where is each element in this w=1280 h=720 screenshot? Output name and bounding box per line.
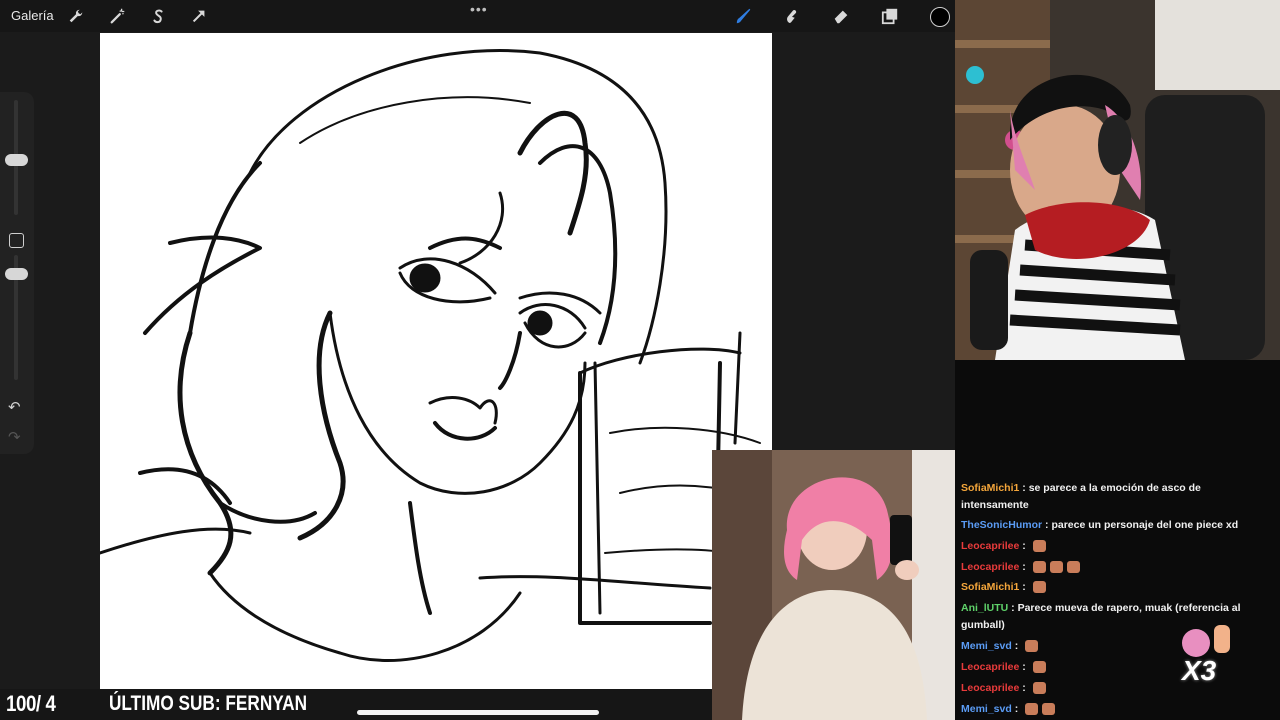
chat-message: SofiaMichi1 : se parece a la emoción de …: [961, 480, 1251, 514]
selection-s-icon[interactable]: [148, 6, 168, 26]
home-indicator[interactable]: [357, 710, 599, 715]
chat-username[interactable]: SofiaMichi1: [961, 581, 1019, 593]
layers-icon[interactable]: [880, 6, 900, 26]
chat-username[interactable]: Memi_svd: [961, 640, 1012, 652]
brush-opacity-knob[interactable]: [5, 268, 28, 280]
redo-icon[interactable]: ↷: [8, 428, 21, 446]
brush-size-knob[interactable]: [5, 154, 28, 166]
chat-separator: :: [1019, 540, 1029, 552]
chat-username[interactable]: Leocaprilee: [961, 682, 1019, 694]
stream-chat: SofiaMichi1 : se parece a la emoción de …: [955, 360, 1280, 720]
combo-emote-icon: [1178, 615, 1238, 660]
chat-separator: :: [1019, 561, 1029, 573]
chat-username[interactable]: Leocaprilee: [961, 540, 1019, 552]
chat-emote-icon: [1032, 661, 1046, 674]
chat-text: parece un personaje del one piece xd: [1051, 519, 1239, 531]
reference-photo: [712, 450, 955, 720]
chat-separator: :: [1019, 682, 1029, 694]
smudge-icon[interactable]: [782, 6, 802, 26]
stream-overlay-bar: [0, 689, 712, 720]
chat-emote-icon: [1032, 561, 1046, 574]
chat-emote-icon: [1025, 703, 1039, 716]
chat-emote-icon: [1025, 640, 1039, 653]
chat-separator: :: [1019, 482, 1029, 494]
more-options-icon[interactable]: •••: [470, 1, 488, 17]
chat-separator: :: [1011, 640, 1022, 652]
chat-emote-icon: [1032, 540, 1046, 553]
chat-username[interactable]: Ani_lUTU: [961, 602, 1008, 614]
brush-icon[interactable]: [734, 6, 754, 26]
magic-wand-icon[interactable]: [108, 6, 128, 26]
chat-message: TheSonicHumor : parece un personaje del …: [961, 517, 1251, 534]
chat-emote-icon: [1042, 703, 1056, 716]
chat-separator: :: [1011, 703, 1022, 715]
color-picker-swatch[interactable]: [930, 7, 950, 27]
chat-username[interactable]: Leocaprilee: [961, 561, 1019, 573]
chat-username[interactable]: SofiaMichi1: [961, 482, 1019, 494]
chat-separator: :: [1008, 602, 1018, 614]
modify-button[interactable]: [9, 233, 24, 248]
chat-username[interactable]: Leocaprilee: [961, 661, 1019, 673]
last-sub-label: ÚLTIMO SUB: FERNYAN: [109, 692, 308, 715]
eraser-icon[interactable]: [831, 6, 851, 26]
gallery-button[interactable]: Galería: [11, 8, 54, 23]
combo-multiplier: X3: [1182, 655, 1217, 686]
chat-emote-icon: [1049, 561, 1063, 574]
sub-counter: 100/ 4: [6, 691, 56, 716]
chat-username[interactable]: Memi_svd: [961, 703, 1012, 715]
webcam-feed: [955, 0, 1280, 360]
chat-emote-icon: [1066, 561, 1080, 574]
chat-emote-icon: [1032, 581, 1046, 594]
wrench-icon[interactable]: [66, 6, 86, 26]
chat-message: SofiaMichi1 :: [961, 579, 1251, 596]
transform-arrow-icon[interactable]: [189, 6, 209, 26]
chat-separator: :: [1019, 661, 1029, 673]
chat-message: Leocaprilee :: [961, 559, 1251, 576]
drawing-canvas[interactable]: [98, 33, 772, 689]
chat-username[interactable]: TheSonicHumor: [961, 519, 1042, 531]
undo-icon[interactable]: ↶: [8, 398, 21, 416]
chat-message: Leocaprilee :: [961, 538, 1251, 555]
chat-separator: :: [1019, 581, 1029, 593]
chat-emote-icon: [1032, 682, 1046, 695]
sketch-drawing: [98, 49, 761, 662]
chat-message: Memi_svd :: [961, 701, 1251, 718]
